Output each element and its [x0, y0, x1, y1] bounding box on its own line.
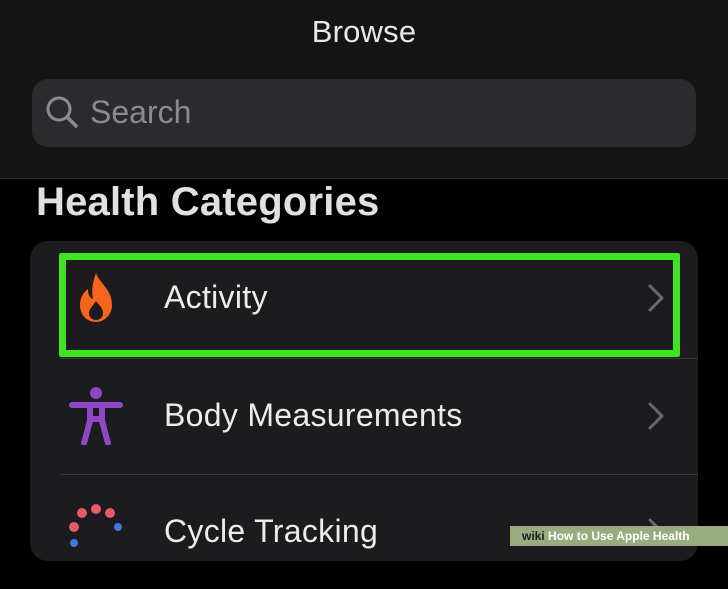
- watermark: wiki How to Use Apple Health: [510, 526, 728, 546]
- chevron-right-icon: [648, 402, 664, 430]
- watermark-text: How to Use Apple Health: [548, 529, 690, 543]
- search-input[interactable]: [90, 88, 670, 136]
- cycle-dots-icon: [69, 504, 122, 547]
- search-icon: [46, 96, 78, 128]
- watermark-brand: wiki: [522, 529, 545, 543]
- flame-icon: [80, 273, 112, 322]
- category-row-body-measurements[interactable]: Body Measurements: [30, 359, 698, 473]
- nav-header: Browse: [0, 0, 728, 179]
- person-figure-icon: [69, 387, 123, 445]
- category-label-cycle-tracking: Cycle Tracking: [164, 513, 379, 549]
- category-row-activity[interactable]: Activity: [30, 241, 698, 355]
- category-label-activity: Activity: [164, 279, 268, 315]
- chevron-right-icon: [648, 284, 664, 312]
- page-title: Browse: [311, 14, 417, 49]
- section-title: Health Categories: [36, 180, 380, 224]
- category-label-body-measurements: Body Measurements: [164, 397, 463, 433]
